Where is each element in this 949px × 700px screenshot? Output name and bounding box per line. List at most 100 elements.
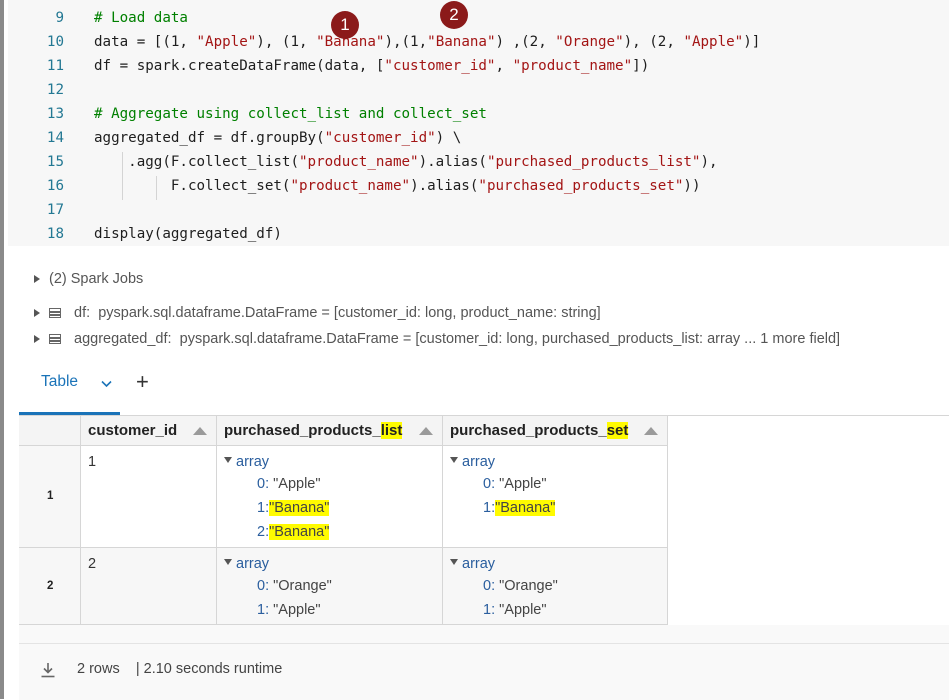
code-token: ]): [632, 58, 650, 74]
array-item: 0: "Apple": [483, 476, 547, 492]
purchased-list-cell[interactable]: array 0: "Apple" 1:"Banana" 2:"Banana": [217, 446, 443, 547]
row-number-cell: 1: [19, 446, 81, 547]
code-text: # Load data: [94, 6, 188, 30]
add-visualization-button[interactable]: +: [136, 370, 149, 394]
code-token: aggregated_df = df.groupBy(: [94, 130, 325, 146]
code-string: "customer_id": [324, 130, 436, 146]
array-item: 1: "Apple": [257, 602, 321, 618]
result-table: customer_id purchased_products_list purc…: [19, 415, 949, 625]
array-item: 1: "Apple": [483, 602, 547, 618]
array-item: 1:"Banana": [483, 500, 556, 516]
code-token: ).alias(: [418, 154, 487, 170]
customer-id-cell[interactable]: 1: [81, 446, 217, 547]
annotation-marker-1: 1: [331, 11, 359, 39]
purchased-list-cell[interactable]: array 0: "Orange" 1: "Apple": [217, 548, 443, 624]
header-purchased-products-list[interactable]: purchased_products_list: [217, 416, 443, 446]
code-text: aggregated_df = df.groupBy("customer_id"…: [94, 126, 461, 150]
collapse-arrow-icon: [450, 457, 458, 463]
table-row[interactable]: 2 2 array 0: "Orange" 1: "Apple" array 0…: [19, 548, 668, 625]
sort-icon[interactable]: [193, 427, 207, 435]
line-number: 18: [46, 226, 64, 242]
code-token: ) \: [435, 130, 462, 146]
annotation-marker-2: 2: [440, 1, 468, 29]
purchased-set-cell[interactable]: array 0: "Apple" 1:"Banana": [443, 446, 668, 547]
agg-schema: pyspark.sql.dataframe.DataFrame = [custo…: [179, 331, 841, 347]
line-number: 10: [46, 34, 64, 50]
code-token: display(aggregated_df): [94, 226, 282, 242]
array-item: 0: "Apple": [257, 476, 321, 492]
line-number: 12: [46, 82, 64, 98]
table-row[interactable]: 1 1 array 0: "Apple" 1:"Banana" 2:"Banan…: [19, 446, 668, 548]
collapse-arrow-icon: [224, 559, 232, 565]
chevron-down-icon[interactable]: [101, 377, 112, 391]
result-footer: 2 rows | 2.10 seconds runtime: [19, 643, 949, 700]
code-string: "purchased_products_list": [486, 154, 701, 170]
array-toggle[interactable]: array: [224, 556, 269, 572]
header-purchased-products-set[interactable]: purchased_products_set: [443, 416, 668, 446]
download-icon[interactable]: [39, 661, 57, 684]
header-customer-id[interactable]: customer_id: [81, 416, 217, 446]
sort-icon[interactable]: [644, 427, 658, 435]
result-tabbar: Table +: [19, 355, 949, 415]
expand-arrow-icon: [34, 335, 40, 344]
header-label: purchased_products_list: [224, 422, 403, 439]
code-string: "Apple": [683, 34, 744, 50]
customer-id-cell[interactable]: 2: [81, 548, 217, 624]
array-item: 0: "Orange": [483, 578, 558, 594]
array-toggle[interactable]: array: [450, 556, 495, 572]
row-number: 2: [47, 580, 54, 592]
row-number-cell: 2: [19, 548, 81, 624]
code-token: ) ,(2,: [495, 34, 556, 50]
result-panel: Table + customer_id purchased_products_l…: [19, 355, 949, 700]
code-string: "product_name": [299, 154, 419, 170]
code-text: display(aggregated_df): [94, 222, 282, 246]
tab-table[interactable]: Table: [41, 373, 78, 391]
code-token: ), (2,: [623, 34, 684, 50]
collapse-arrow-icon: [450, 559, 458, 565]
code-string: "Apple": [196, 34, 257, 50]
line-number: 13: [46, 106, 64, 122]
code-token: ),(1,: [384, 34, 428, 50]
array-item: 0: "Orange": [257, 578, 332, 594]
header-rownum: [19, 416, 81, 446]
line-number: 15: [46, 154, 64, 170]
code-token: ).alias(: [410, 178, 479, 194]
code-token: F.collect_set(: [94, 178, 291, 194]
spark-jobs-label: (2) Spark Jobs: [49, 271, 144, 287]
line-number: 14: [46, 130, 64, 146]
header-label: purchased_products_set: [450, 422, 629, 439]
code-comment: # Aggregate using collect_list and colle…: [94, 106, 487, 122]
array-item: 2:"Banana": [257, 524, 330, 540]
code-token: ), (1,: [256, 34, 317, 50]
code-text: data = [(1, "Apple"), (1, "Banana"),(1,"…: [94, 30, 760, 54]
code-token: data = [(1,: [94, 34, 197, 50]
code-text: # Aggregate using collect_list and colle…: [94, 102, 487, 126]
sort-icon[interactable]: [419, 427, 433, 435]
spark-jobs-toggle[interactable]: (2) Spark Jobs: [34, 271, 143, 287]
line-number: 11: [46, 58, 64, 74]
df-schema-toggle[interactable]: df: pyspark.sql.dataframe.DataFrame = [c…: [34, 305, 601, 321]
code-token: ),: [700, 154, 718, 170]
code-string: "product_name": [512, 58, 633, 74]
code-token: .agg(F.collect_list(: [94, 154, 299, 170]
code-token: )]: [743, 34, 761, 50]
code-string: "Banana": [427, 34, 496, 50]
aggregated-df-schema-toggle[interactable]: aggregated_df: pyspark.sql.dataframe.Dat…: [34, 331, 840, 347]
code-text: F.collect_set("product_name").alias("pur…: [94, 174, 701, 198]
table-icon: [49, 308, 61, 319]
agg-label: aggregated_df:: [74, 331, 172, 347]
row-count-text: 2 rows | 2.10 seconds runtime: [77, 661, 283, 677]
cell-value: 1: [88, 454, 97, 470]
array-toggle[interactable]: array: [224, 454, 269, 470]
code-token: df = spark.createDataFrame(data, [: [94, 58, 385, 74]
code-editor[interactable]: 9 # Load data 10 data = [(1, "Apple"), (1,…: [8, 0, 949, 246]
code-string: "Orange": [555, 34, 624, 50]
collapse-arrow-icon: [224, 457, 232, 463]
array-toggle[interactable]: array: [450, 454, 495, 470]
expand-arrow-icon: [34, 275, 40, 284]
header-label: customer_id: [88, 422, 178, 439]
line-number: 9: [55, 10, 64, 26]
cell-value: 2: [88, 556, 97, 572]
purchased-set-cell[interactable]: array 0: "Orange" 1: "Apple": [443, 548, 668, 624]
code-text: df = spark.createDataFrame(data, ["custo…: [94, 54, 649, 78]
